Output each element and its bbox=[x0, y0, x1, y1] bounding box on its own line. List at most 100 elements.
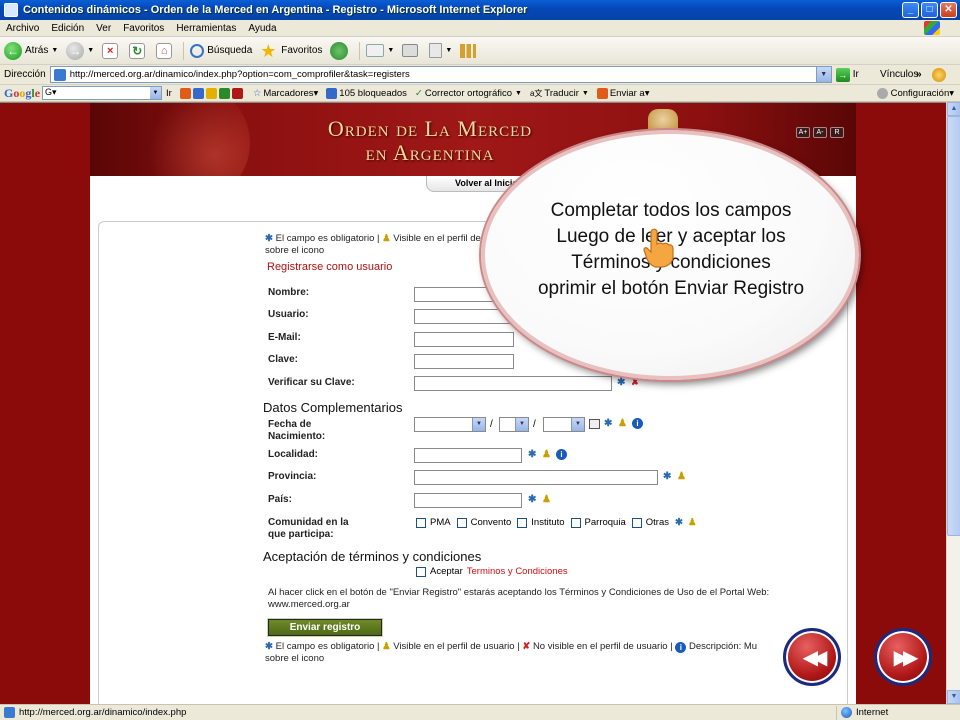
back-button[interactable]: ← Atrás ▼ bbox=[4, 41, 58, 60]
history-button[interactable] bbox=[330, 41, 351, 60]
bookmarks-button[interactable]: ☆ Marcadores▾ bbox=[253, 88, 318, 99]
toolbar-separator bbox=[359, 41, 361, 60]
parroquia-label: Parroquia bbox=[584, 517, 626, 528]
font-increase-button[interactable]: A+ bbox=[796, 127, 810, 138]
next-slide-button[interactable]: ▶▶ bbox=[874, 628, 932, 686]
callout-line4: oprimir el botón Enviar Registro bbox=[537, 278, 805, 299]
settings-label: Configuración▾ bbox=[890, 87, 954, 99]
maximize-button[interactable]: □ bbox=[921, 2, 938, 18]
usuario-input[interactable] bbox=[414, 309, 514, 324]
menu-archivo[interactable]: Archivo bbox=[6, 23, 39, 34]
windows-logo-icon bbox=[924, 21, 940, 35]
birth-day-select[interactable]: ▼ bbox=[414, 417, 486, 432]
info-icon[interactable]: i bbox=[556, 449, 567, 460]
parroquia-checkbox[interactable] bbox=[570, 517, 581, 528]
verificar-label: Verificar su Clave: bbox=[268, 377, 355, 388]
google-search-input[interactable]: G▾ ▼ bbox=[42, 86, 163, 100]
close-button[interactable]: ✕ bbox=[940, 2, 957, 18]
mail-button[interactable]: ▼ bbox=[366, 44, 394, 57]
menu-ayuda[interactable]: Ayuda bbox=[248, 23, 276, 34]
news-icon bbox=[192, 87, 204, 99]
pma-label: PMA bbox=[430, 517, 451, 528]
translate-button[interactable]: a文 Traducir ▼ bbox=[530, 88, 589, 99]
email-input[interactable] bbox=[414, 332, 514, 347]
links-label[interactable]: Vínculos bbox=[880, 69, 918, 80]
provincia-label: Provincia: bbox=[268, 471, 317, 482]
pointing-hand-icon bbox=[643, 228, 674, 268]
previous-slide-button[interactable]: ◀◀ bbox=[783, 628, 841, 686]
home-button[interactable]: ⌂ bbox=[156, 42, 175, 59]
search-button[interactable]: Búsqueda bbox=[190, 43, 252, 58]
forward-button[interactable]: → ▼ bbox=[66, 41, 94, 60]
birth-month-select[interactable]: ▼ bbox=[499, 417, 529, 432]
clave-input[interactable] bbox=[414, 354, 514, 369]
refresh-button[interactable]: ↻ bbox=[129, 42, 148, 59]
enviar-registro-button[interactable]: Enviar registro bbox=[267, 618, 383, 637]
go-button[interactable]: → Ir bbox=[835, 67, 859, 82]
menu-edicion[interactable]: Edición bbox=[51, 23, 84, 34]
menu-herramientas[interactable]: Herramientas bbox=[176, 23, 236, 34]
verificar-input[interactable] bbox=[414, 376, 612, 391]
required-icon: ✱ bbox=[528, 494, 537, 505]
edit-button[interactable]: ▼ bbox=[429, 43, 452, 58]
google-tools-group[interactable] bbox=[179, 87, 245, 99]
pais-input[interactable] bbox=[414, 493, 522, 508]
toolbar-separator bbox=[183, 41, 185, 60]
minimize-button[interactable]: _ bbox=[902, 2, 919, 18]
otras-checkbox[interactable] bbox=[631, 517, 642, 528]
provincia-input[interactable] bbox=[414, 470, 658, 485]
menu-favoritos[interactable]: Favoritos bbox=[123, 23, 164, 34]
fecha-label-line1: Fecha de bbox=[268, 419, 312, 430]
legend-required-text: El campo es obligatorio | bbox=[275, 641, 380, 652]
google-search-dropdown-icon[interactable]: ▼ bbox=[150, 87, 162, 99]
accept-terms-checkbox[interactable] bbox=[416, 566, 426, 577]
security-zone: Internet bbox=[836, 705, 888, 720]
refresh-icon: ↻ bbox=[129, 42, 146, 59]
forward-arrow-icon: → bbox=[66, 41, 85, 60]
info-icon: i bbox=[675, 642, 687, 653]
info-icon[interactable]: i bbox=[632, 418, 643, 429]
visible-icon: ♟ bbox=[687, 517, 697, 528]
scroll-down-icon[interactable]: ▼ bbox=[947, 690, 960, 704]
favorites-button[interactable]: ★ Favoritos bbox=[260, 42, 322, 60]
address-dropdown-icon[interactable]: ▼ bbox=[815, 67, 831, 82]
font-reset-button[interactable]: R bbox=[830, 127, 844, 138]
menu-ver[interactable]: Ver bbox=[96, 23, 111, 34]
google-settings-button[interactable]: Configuración▾ bbox=[876, 87, 954, 99]
popup-blocker-button[interactable]: 105 bloqueados bbox=[326, 87, 407, 99]
page-icon bbox=[4, 707, 15, 718]
links-chevron-icon[interactable]: » bbox=[916, 69, 922, 80]
window-title: Contenidos dinámicos - Orden de la Merce… bbox=[23, 4, 528, 16]
address-input[interactable]: http://merced.org.ar/dinamico/index.php?… bbox=[49, 66, 832, 83]
google-go-button[interactable]: Ir bbox=[166, 88, 172, 99]
terms-link[interactable]: Terminos y Condiciones bbox=[467, 566, 568, 577]
font-decrease-button[interactable]: A- bbox=[813, 127, 827, 138]
visible-icon: ♟ bbox=[382, 233, 391, 244]
print-button[interactable] bbox=[402, 44, 421, 57]
star-outline-icon: ☆ bbox=[252, 87, 262, 99]
required-icon: ✱ bbox=[528, 449, 537, 460]
legend-bottom: ✱ El campo es obligatorio | ♟ Visible en… bbox=[265, 641, 757, 653]
vertical-scrollbar[interactable]: ▲ ▼ bbox=[946, 102, 960, 704]
required-icon: ✱ bbox=[604, 418, 613, 429]
toolbar-options-icon[interactable] bbox=[932, 67, 946, 82]
calendar-icon[interactable] bbox=[589, 419, 600, 429]
send-icon bbox=[596, 87, 608, 99]
spellcheck-button[interactable]: ✓ Corrector ortográfico ▼ bbox=[415, 88, 522, 99]
research-button[interactable] bbox=[460, 43, 479, 58]
spellcheck-label: Corrector ortográfico bbox=[424, 87, 513, 99]
stop-button[interactable]: × bbox=[102, 42, 121, 59]
status-bar: http://merced.org.ar/dinamico/index.php … bbox=[0, 704, 960, 720]
birth-year-select[interactable]: ▼ bbox=[543, 417, 585, 432]
send-to-button[interactable]: Enviar a▾ bbox=[596, 87, 649, 99]
instituto-checkbox[interactable] bbox=[517, 517, 528, 528]
localidad-input[interactable] bbox=[414, 448, 522, 463]
standard-toolbar: ← Atrás ▼ → ▼ × ↻ ⌂ Búsqueda ★ Favoritos… bbox=[0, 37, 960, 65]
scroll-up-icon[interactable]: ▲ bbox=[947, 102, 960, 116]
scroll-thumb[interactable] bbox=[947, 116, 960, 536]
convento-checkbox[interactable] bbox=[456, 517, 467, 528]
window-controls: _ □ ✕ bbox=[902, 2, 957, 18]
stop-icon: × bbox=[102, 42, 119, 59]
legend-not-visible-text: No visible en el perfil de usuario | bbox=[532, 641, 673, 652]
pma-checkbox[interactable] bbox=[416, 517, 426, 528]
